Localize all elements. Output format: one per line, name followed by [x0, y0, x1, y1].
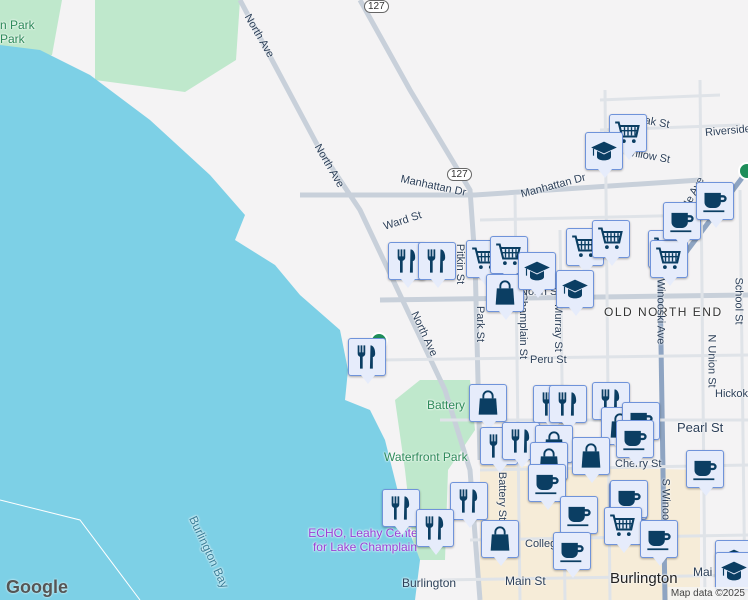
- grocery-cart-marker[interactable]: [592, 220, 630, 266]
- street-label: Park St: [474, 305, 487, 343]
- park-label: n Park: [0, 18, 35, 32]
- city-label: Burlington: [610, 570, 678, 587]
- route-127-shield: 127: [447, 168, 472, 181]
- shopping-bag-marker[interactable]: [572, 437, 610, 483]
- street-label: School St: [732, 277, 745, 325]
- shopping-bag-marker[interactable]: [469, 384, 507, 430]
- grocery-cart-icon: [609, 512, 637, 540]
- restaurant-icon: [387, 494, 415, 522]
- restaurant-icon: [353, 343, 381, 371]
- restaurant-icon: [423, 247, 451, 275]
- restaurant-marker[interactable]: [450, 482, 488, 528]
- cafe-marker[interactable]: [560, 496, 598, 542]
- lake-champlain: [0, 45, 420, 600]
- school-icon: [590, 137, 618, 165]
- restaurant-marker[interactable]: [416, 509, 454, 555]
- park-label: Battery: [427, 398, 466, 412]
- google-logo[interactable]: Google: [6, 577, 68, 598]
- station-label[interactable]: Burlington: [402, 576, 456, 590]
- cafe-icon: [668, 207, 696, 235]
- restaurant-marker[interactable]: [382, 489, 420, 535]
- cafe-icon: [558, 537, 586, 565]
- map-attribution[interactable]: Map data ©2025: [667, 587, 748, 600]
- restaurant-marker[interactable]: [348, 338, 386, 384]
- shopping-bag-marker[interactable]: [481, 520, 519, 566]
- street-label: Pearl St: [677, 420, 724, 435]
- school-icon: [720, 557, 748, 585]
- shopping-bag-icon: [491, 279, 519, 307]
- poi-label[interactable]: ECHO, Leahy Center for Lake Champlain: [300, 526, 430, 554]
- shopping-bag-icon: [486, 525, 514, 553]
- school-icon: [561, 275, 589, 303]
- restaurant-icon: [393, 247, 421, 275]
- cafe-icon: [645, 525, 673, 553]
- park-label: Park: [0, 32, 25, 46]
- cafe-icon: [701, 187, 729, 215]
- school-marker[interactable]: [715, 552, 748, 598]
- cafe-marker[interactable]: [616, 420, 654, 466]
- restaurant-icon: [421, 514, 449, 542]
- cafe-marker[interactable]: [686, 450, 724, 496]
- grocery-cart-marker[interactable]: [604, 507, 642, 553]
- school-marker[interactable]: [585, 132, 623, 178]
- park-area: [95, 0, 240, 92]
- cafe-icon: [691, 455, 719, 483]
- shopping-bag-icon: [577, 442, 605, 470]
- school-marker[interactable]: [556, 270, 594, 316]
- restaurant-marker[interactable]: [549, 385, 587, 431]
- route-127-shield: 127: [364, 0, 389, 13]
- restaurant-icon: [455, 487, 483, 515]
- grocery-cart-icon: [597, 225, 625, 253]
- park-label: Waterfront Park: [384, 450, 468, 464]
- cafe-icon: [533, 469, 561, 497]
- street-label: Main St: [505, 574, 546, 588]
- cafe-marker[interactable]: [553, 532, 591, 578]
- cafe-icon: [565, 501, 593, 529]
- street-label: Hickok: [715, 388, 748, 400]
- street-label: N Union St: [705, 334, 718, 388]
- street-label: Mai: [693, 565, 713, 579]
- restaurant-marker[interactable]: [418, 242, 456, 288]
- cafe-marker[interactable]: [640, 520, 678, 566]
- grocery-cart-icon: [655, 245, 683, 273]
- cafe-icon: [621, 425, 649, 453]
- school-marker[interactable]: [518, 252, 556, 298]
- street-label: Battery St: [496, 471, 509, 521]
- cafe-marker[interactable]: [696, 182, 734, 228]
- school-icon: [523, 257, 551, 285]
- restaurant-icon: [554, 390, 582, 418]
- street-label: Murray St: [551, 304, 564, 352]
- street-label: Peru St: [530, 354, 567, 366]
- shopping-bag-icon: [474, 389, 502, 417]
